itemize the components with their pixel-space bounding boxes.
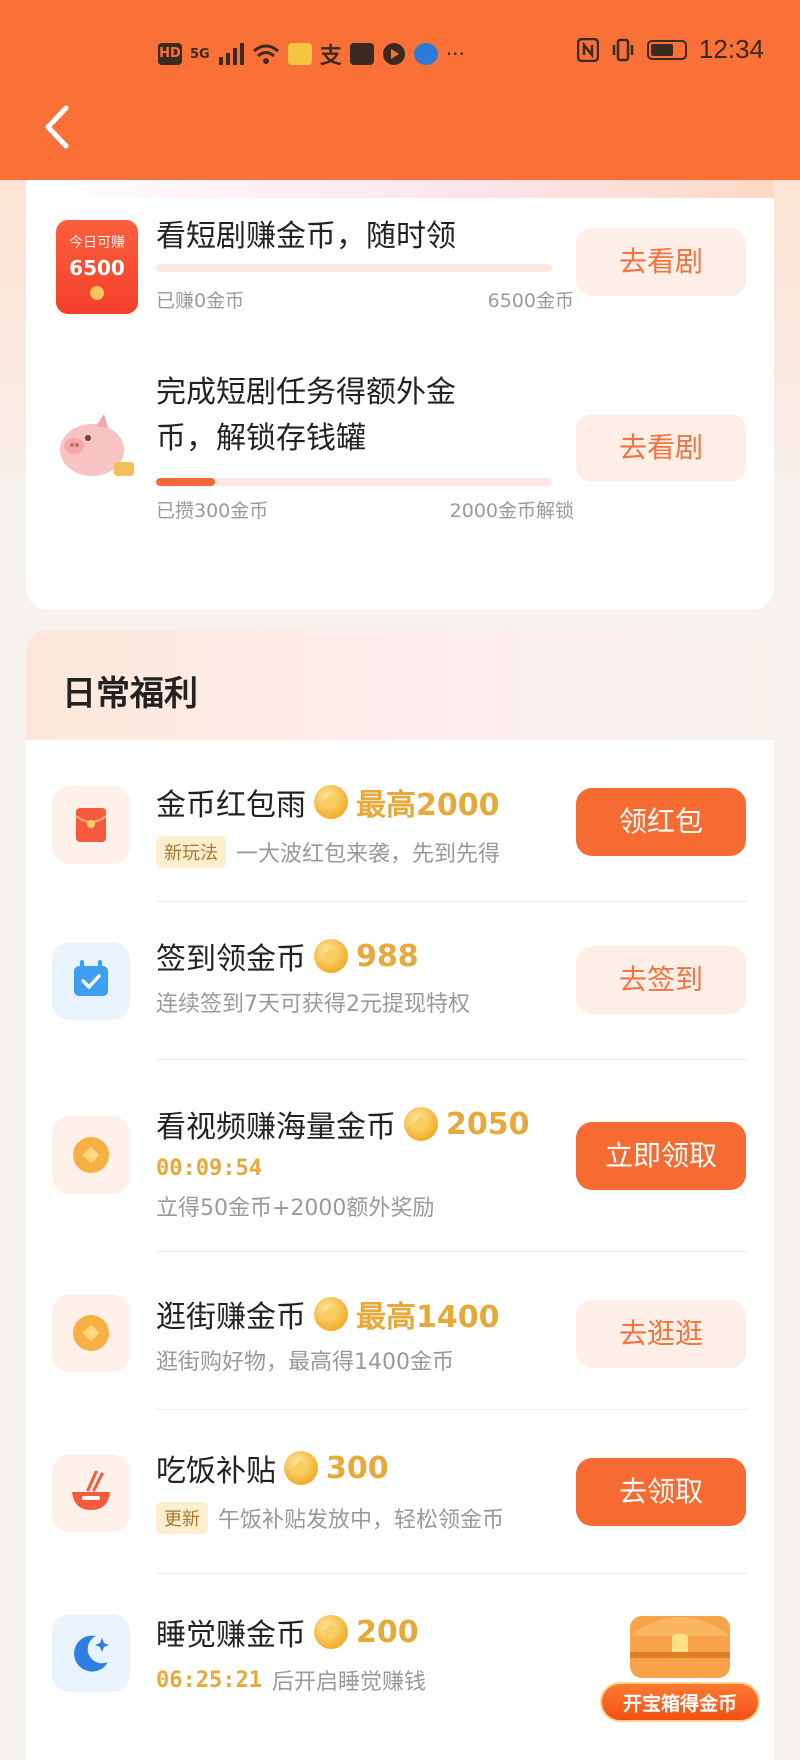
countdown-timer: 06:25:21 — [156, 1667, 262, 1693]
check-in-button[interactable]: 去签到 — [576, 946, 746, 1014]
task-title: 逛街赚金币 — [156, 1300, 306, 1335]
clock: 12:34 — [698, 34, 764, 64]
coin-dot-icon — [90, 286, 104, 300]
watch-drama-button-2[interactable]: 去看剧 — [576, 414, 746, 482]
hd-icon: HD — [158, 43, 182, 65]
task-title-row: 睡觉赚金币 200 — [156, 1610, 419, 1654]
coin-icon — [314, 785, 348, 819]
task-shopping: 逛街赚金币 最高1400 逛街购好物，最高得1400金币 去逛逛 — [26, 1252, 774, 1410]
task-reward: 200 — [356, 1614, 419, 1650]
network-label: 5G — [190, 46, 210, 62]
task-subtitle-row: 连续签到7天可获得2元提现特权 — [156, 986, 470, 1018]
browser-icon — [413, 43, 438, 65]
mail-icon — [349, 43, 374, 65]
header-bar — [0, 0, 800, 180]
drama-task-title: 看短剧赚金币，随时领 — [156, 219, 456, 254]
task-subtitle-row: 新玩法 一大波红包来袭，先到先得 — [156, 836, 500, 868]
task-title-row: 逛街赚金币 最高1400 — [156, 1292, 500, 1336]
wifi-icon — [252, 44, 279, 64]
badge-amount: 6500 — [69, 256, 125, 280]
coin-icon — [314, 1615, 348, 1649]
update-tag: 更新 — [156, 1502, 208, 1534]
calendar-check-icon — [52, 942, 130, 1020]
drama-task-piggybank: 完成短剧任务得额外金 币，解锁存钱罐 已攒300金币 2000金币解锁 去看剧 — [26, 370, 774, 550]
claim-red-envelope-button[interactable]: 领红包 — [576, 788, 746, 856]
task-title: 签到领金币 — [156, 942, 306, 977]
vibrate-icon — [612, 38, 634, 61]
play-icon — [382, 43, 405, 65]
nfc-icon — [576, 37, 599, 62]
task-description: 连续签到7天可获得2元提现特权 — [156, 992, 470, 1017]
task-check-in: 签到领金币 988 连续签到7天可获得2元提现特权 去签到 — [26, 902, 774, 1060]
drama-task-watch: 今日可赚 6500 看短剧赚金币，随时领 已赚0金币 6500金币 去看剧 — [26, 180, 774, 360]
progress-saved: 已攒300金币 — [156, 500, 269, 522]
task-subtitle-row: 立得50金币+2000额外奖励 — [156, 1190, 434, 1222]
task-title: 睡觉赚金币 — [156, 1618, 306, 1653]
task-title-row: 签到领金币 988 — [156, 934, 419, 978]
task-title: 看视频赚海量金币 — [156, 1110, 396, 1145]
drama-card: 今日可赚 6500 看短剧赚金币，随时领 已赚0金币 6500金币 去看剧 完成… — [26, 180, 774, 610]
red-envelope-badge: 今日可赚 6500 — [56, 220, 138, 314]
red-envelope-icon — [52, 786, 130, 864]
task-title-row: 金币红包雨 最高2000 — [156, 780, 500, 824]
go-shopping-button[interactable]: 去逛逛 — [576, 1300, 746, 1368]
drama-progress-bar — [156, 264, 552, 272]
task-subtitle-row: 逛街购好物，最高得1400金币 — [156, 1344, 454, 1376]
signal-icon — [218, 43, 244, 65]
watch-drama-button[interactable]: 去看剧 — [576, 228, 746, 296]
progress-unlock: 2000金币解锁 — [449, 500, 574, 522]
claim-meal-subsidy-button[interactable]: 去领取 — [576, 1458, 746, 1526]
section-title: 日常福利 — [62, 674, 198, 714]
claim-now-button[interactable]: 立即领取 — [576, 1122, 746, 1190]
task-title-row: 看视频赚海量金币 2050 — [156, 1102, 530, 1146]
coin-icon — [404, 1107, 438, 1141]
task-subtitle-row: 更新 午饭补贴发放中，轻松领金币 — [156, 1502, 504, 1534]
task-title: 吃饭补贴 — [156, 1454, 276, 1489]
task-title: 金币红包雨 — [156, 788, 306, 823]
weibo-icon — [287, 43, 312, 65]
task-meal-subsidy: 吃饭补贴 300 更新 午饭补贴发放中，轻松领金币 去领取 — [26, 1410, 774, 1574]
coin-icon — [284, 1451, 318, 1485]
task-subtitle-row: 06:25:21 后开启睡觉赚钱 — [156, 1664, 426, 1696]
coin-icon — [314, 939, 348, 973]
new-play-tag: 新玩法 — [156, 836, 226, 868]
badge-caption: 今日可赚 — [69, 235, 125, 251]
bowl-icon — [52, 1454, 130, 1532]
coin-icon — [52, 1116, 130, 1194]
task-reward: 300 — [326, 1450, 389, 1486]
task-description: 后开启睡觉赚钱 — [271, 1670, 426, 1695]
task-description: 立得50金币+2000额外奖励 — [156, 1196, 435, 1221]
piggy-task-title-line2: 币，解锁存钱罐 — [156, 421, 366, 456]
battery-icon — [646, 39, 687, 60]
progress-earned: 已赚0金币 — [156, 290, 245, 312]
task-reward: 最高2000 — [356, 788, 500, 823]
status-bar: HD 5G 支 ··· 12:34 — [0, 30, 800, 70]
task-red-envelope-rain: 金币红包雨 最高2000 新玩法 一大波红包来袭，先到先得 领红包 — [26, 740, 774, 902]
progress-target: 6500金币 — [487, 290, 574, 312]
piggy-bank-icon — [60, 414, 134, 476]
task-description: 午饭补贴发放中，轻松领金币 — [218, 1508, 505, 1533]
task-description: 一大波红包来袭，先到先得 — [236, 842, 501, 867]
task-reward: 2050 — [446, 1106, 530, 1142]
countdown-timer: 00:09:54 — [156, 1156, 262, 1181]
daily-benefits-header: 日常福利 — [26, 630, 774, 740]
task-watch-video: 看视频赚海量金币 2050 00:09:54 立得50金币+2000额外奖励 立… — [26, 1060, 774, 1252]
more-icon: ··· — [445, 42, 465, 66]
moon-icon — [52, 1614, 130, 1692]
task-description: 逛街购好物，最高得1400金币 — [156, 1350, 454, 1375]
piggy-task-title-line1: 完成短剧任务得额外金 — [156, 375, 456, 410]
progress-fill — [156, 478, 216, 486]
treasure-chest-widget[interactable]: 开宝箱得金币 — [600, 1592, 760, 1722]
piggy-progress-bar — [156, 478, 552, 486]
back-arrow-icon[interactable] — [38, 104, 78, 150]
task-reward: 最高1400 — [356, 1300, 500, 1335]
task-reward: 988 — [356, 938, 419, 974]
alipay-icon: 支 — [319, 44, 342, 69]
coin-icon — [52, 1294, 130, 1372]
open-chest-label: 开宝箱得金币 — [600, 1682, 760, 1722]
task-title-row: 吃饭补贴 300 — [156, 1446, 389, 1490]
coin-icon — [314, 1297, 348, 1331]
